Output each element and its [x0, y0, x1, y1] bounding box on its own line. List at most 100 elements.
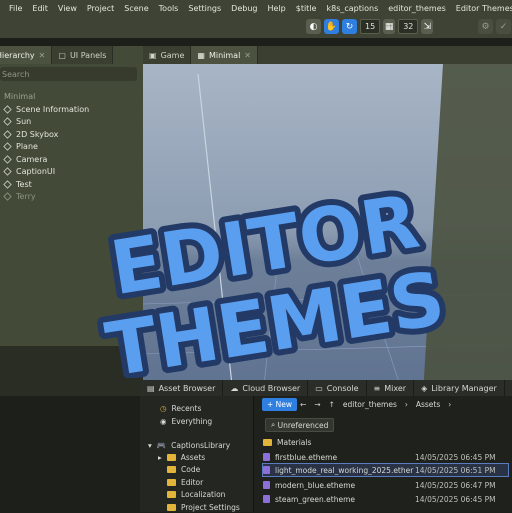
up-icon[interactable]: ↑ — [329, 400, 335, 409]
tab-cloud-browser[interactable]: ☁ Cloud Browser — [223, 380, 309, 396]
menu-title[interactable]: $title — [291, 4, 322, 13]
sidebar-item-recents[interactable]: ◷ Recents — [160, 402, 201, 414]
node-label: Scene Information — [16, 104, 90, 114]
menu-bar: File Edit View Project Scene Tools Setti… — [0, 0, 512, 16]
node-label: Test — [16, 179, 32, 189]
new-button[interactable]: + New — [262, 398, 298, 411]
hierarchy-tabs: Hierarchy ✕ ▢UI Panels — [0, 46, 114, 64]
menu-help[interactable]: Help — [262, 4, 290, 13]
tree-node[interactable]: Sun — [3, 116, 139, 129]
menu-k8s-captions[interactable]: k8s_captions — [321, 4, 383, 13]
globe-icon: ◉ — [160, 416, 167, 426]
expand-icon[interactable]: ⇲ — [421, 19, 434, 34]
chevron-down-icon: ▾ — [148, 440, 152, 450]
menu-file[interactable]: File — [4, 4, 27, 13]
hierarchy-search-input[interactable]: Search — [0, 67, 137, 81]
tab-minimal[interactable]: ▦ Minimal ✕ — [191, 46, 258, 64]
forward-icon[interactable]: → — [314, 400, 320, 409]
file-date: 14/05/2025 06:45 PM — [415, 494, 496, 504]
grid-icon[interactable]: ▦ — [383, 19, 396, 34]
node-label: Camera — [16, 154, 48, 164]
tab-game[interactable]: ▣ Game — [143, 46, 192, 64]
menu-edit[interactable]: Edit — [27, 4, 53, 13]
list-item[interactable]: modern_blue.etheme 14/05/2025 06:47 PM — [263, 479, 508, 491]
sidebar-item-code[interactable]: Code — [167, 463, 200, 475]
asset-sidebar: ◷ Recents ◉ Everything ▾ 🎮 CaptionsLibrary ▸… — [140, 396, 253, 512]
tab-hierarchy[interactable]: Hierarchy ✕ — [0, 46, 53, 64]
breadcrumb-item[interactable]: editor_themes — [343, 400, 397, 409]
game-icon: ▣ — [149, 50, 157, 60]
gameobject-icon — [3, 192, 12, 201]
menu-editor-themes-tool[interactable]: Editor Themes — [451, 4, 512, 13]
menu-view[interactable]: View — [53, 4, 82, 13]
file-date: 14/05/2025 06:45 PM — [415, 452, 496, 462]
back-icon[interactable]: ← — [300, 400, 306, 409]
gameobject-icon — [3, 167, 12, 176]
menu-settings[interactable]: Settings — [183, 4, 226, 13]
theme-file-icon — [263, 481, 270, 489]
tree-node[interactable]: CaptionUI — [3, 166, 139, 179]
close-icon[interactable]: ✕ — [39, 51, 46, 60]
unreferenced-filter[interactable]: ⌕ Unreferenced — [265, 418, 335, 432]
gameobject-icon — [3, 105, 12, 114]
tab-label: Cloud Browser — [242, 383, 301, 393]
sidebar-item-project-settings[interactable]: Project Settings — [167, 501, 240, 513]
sidebar-label: Localization — [181, 489, 226, 499]
sidebar-label: CaptionsLibrary — [171, 440, 231, 450]
menu-debug[interactable]: Debug — [226, 4, 262, 13]
tab-mixer[interactable]: ≡ Mixer — [367, 380, 415, 396]
settings-icon[interactable]: ⚙ — [478, 19, 493, 34]
bottom-tabs: ▤ Asset Browser ☁ Cloud Browser ▭ Console ≡… — [140, 380, 512, 396]
sidebar-label: Recents — [171, 403, 202, 413]
grid-size-field[interactable]: 32 — [398, 19, 419, 34]
angle-snap-field[interactable]: 15 — [360, 19, 381, 34]
menu-scene[interactable]: Scene — [119, 4, 153, 13]
tab-console[interactable]: ▭ Console — [308, 380, 367, 396]
file-name: light_mode_real_working_2025.ether — [275, 465, 414, 475]
tab-label: Console — [326, 383, 359, 393]
tab-label: Mixer — [384, 383, 407, 393]
toolbar: ◐ ✋ ↻ 15 ▦ 32 ⇲ ⚙ ✓ — [0, 16, 512, 38]
tree-node[interactable]: Scene Information — [3, 103, 139, 116]
tab-ui-panels[interactable]: ▢ UI Panels — [52, 46, 114, 64]
title-svg: EDITOR THEMES — [95, 173, 457, 400]
tab-library-manager[interactable]: ◈ Library Manager — [414, 380, 505, 396]
menu-editor-themes[interactable]: editor_themes — [383, 4, 451, 13]
scene-name[interactable]: Minimal — [4, 91, 139, 103]
sidebar-label: Code — [181, 464, 201, 474]
sidebar-item-localization[interactable]: Localization — [167, 488, 225, 500]
search-icon: ⌕ — [271, 420, 278, 429]
console-icon: ▭ — [315, 383, 323, 393]
tree-node[interactable]: Plane — [3, 141, 139, 154]
sidebar-label: Project Settings — [181, 502, 240, 512]
close-icon[interactable]: ✕ — [244, 51, 251, 60]
sidebar-item-assets[interactable]: ▸ Assets — [158, 451, 205, 463]
check-icon[interactable]: ✓ — [496, 19, 511, 34]
sidebar-item-library[interactable]: ▾ 🎮 CaptionsLibrary — [148, 439, 230, 451]
list-item[interactable]: Materials — [263, 436, 508, 448]
file-date: 14/05/2025 06:51 PM — [415, 465, 496, 475]
sidebar-item-everything[interactable]: ◉ Everything — [160, 415, 212, 427]
menu-project[interactable]: Project — [82, 4, 119, 13]
new-label: New — [275, 400, 293, 409]
gameobject-icon — [3, 117, 12, 126]
sidebar-label: Everything — [171, 416, 213, 426]
list-item-selected[interactable]: light_mode_real_working_2025.ether 14/05… — [262, 463, 509, 477]
list-item[interactable]: steam_green.etheme 14/05/2025 06:45 PM — [263, 493, 508, 505]
tab-hierarchy-label: Hierarchy — [0, 50, 35, 60]
sidebar-item-editor[interactable]: Editor — [167, 476, 203, 488]
tab-asset-browser[interactable]: ▤ Asset Browser — [140, 380, 224, 396]
gameobject-icon — [3, 180, 12, 189]
tree-node[interactable]: Camera — [3, 153, 139, 166]
snap-toggle-icon[interactable]: ✋ — [324, 19, 339, 34]
sidebar-label: Assets — [180, 452, 206, 462]
rotate-snap-icon[interactable]: ↻ — [342, 19, 357, 34]
file-name: firstblue.etheme — [275, 452, 338, 462]
menu-tools[interactable]: Tools — [154, 4, 184, 13]
world-space-icon[interactable]: ◐ — [306, 19, 321, 34]
scene-grid-icon: ▦ — [197, 50, 205, 60]
breadcrumb-item[interactable]: Assets — [416, 400, 440, 409]
tree-node[interactable]: 2D Skybox — [3, 128, 139, 141]
list-item[interactable]: firstblue.etheme 14/05/2025 06:45 PM — [263, 451, 508, 463]
folder-icon — [167, 503, 176, 511]
